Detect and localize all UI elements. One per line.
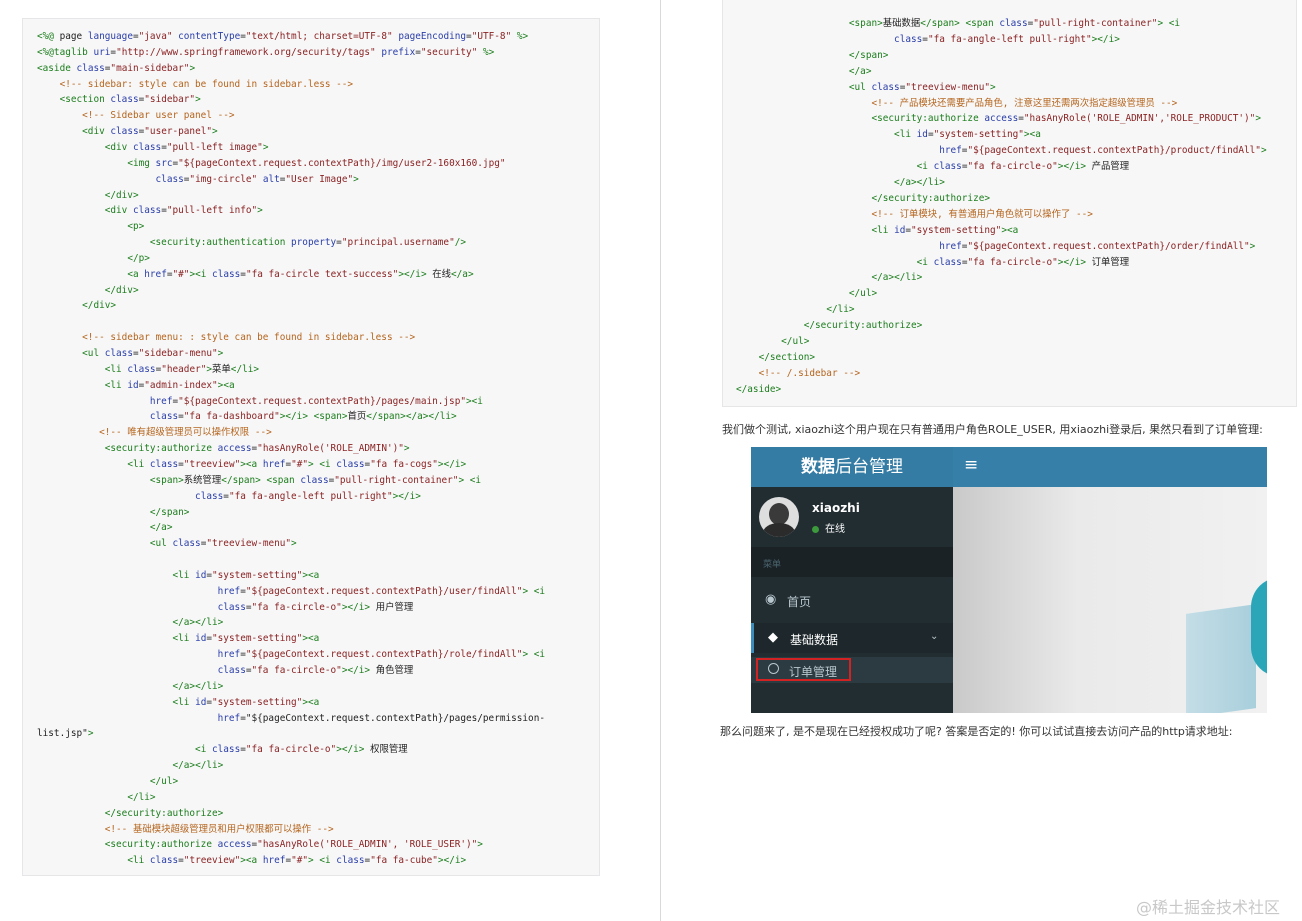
code-line: </span>	[149, 506, 190, 518]
code-line: href="${pageContext.request.contextPath}…	[939, 240, 1256, 252]
code-line: <i class="fa fa-circle-o"></i> 产品管理	[916, 161, 1130, 173]
code-line: </a>	[149, 522, 173, 534]
code-line: </a>	[848, 65, 872, 77]
code-line: <!-- sidebar: style can be found in side…	[37, 78, 354, 90]
decorative-shape	[1186, 604, 1256, 713]
code-line: </section>	[758, 351, 816, 363]
watermark: @稀土掘金技术社区	[1136, 898, 1281, 917]
code-line: class="fa fa-angle-left pull-right"></i>	[894, 33, 1120, 45]
code-line: href="${pageContext.request.contextPath}…	[217, 712, 545, 724]
code-line: class="fa fa-dashboard"></i> <span>首页</s…	[149, 411, 457, 423]
page-divider	[660, 0, 661, 921]
code-line: <aside class="main-sidebar">	[37, 62, 196, 74]
sidebar-item-base-data: ◆ 基础数据 ⌄	[751, 623, 953, 653]
code-line: </security:authorize>	[803, 320, 923, 332]
code-line: </li>	[127, 791, 156, 803]
chevron-down-icon: ⌄	[930, 631, 939, 642]
code-block-right: <span>基础数据</span> <span class="pull-righ…	[722, 0, 1297, 407]
embedded-admin-screenshot: 数据后台管理 ≡ xiaozhi 在线 菜单 ◉ 首页 ◆ 基础数据 ⌄ 订单管…	[751, 447, 1267, 713]
paragraph-question: 那么问题来了, 是不是现在已经授权成功了呢? 答案是否定的! 你可以试试直接去访…	[720, 725, 1233, 738]
code-line: <!-- 产品模块还需要产品角色, 注意这里还需两次指定超级管理员 -->	[736, 97, 1178, 109]
code-line: <li id="system-setting"><a	[172, 633, 320, 645]
code-line: <li id="system-setting"><a	[172, 569, 320, 581]
code-line: <li class="treeview"><a href="#"> <i cla…	[127, 855, 467, 867]
code-line: </ul>	[848, 288, 878, 300]
code-line: <security:authorize access="hasAnyRole('…	[104, 443, 410, 455]
code-line: class="fa fa-angle-left pull-right"></i>	[195, 490, 421, 502]
code-line: </div>	[104, 189, 139, 201]
code-line: <li id="system-setting"><a	[894, 129, 1041, 141]
paragraph-test-description: 我们做个测试, xiaozhi这个用户现在只有普通用户角色ROLE_USER, …	[722, 423, 1263, 436]
cube-icon: ◆	[768, 630, 778, 645]
code-line: </a></li>	[172, 680, 224, 692]
code-line: class="fa fa-circle-o"></i> 角色管理	[217, 665, 414, 676]
hamburger-icon: ≡	[964, 455, 979, 475]
code-line: <li id="system-setting"><a	[172, 696, 320, 708]
code-line: href="${pageContext.request.contextPath}…	[217, 649, 546, 661]
code-line: <!-- 订单模块, 有普通用户角色就可以操作了 -->	[736, 208, 1093, 220]
code-line: </aside>	[736, 383, 782, 395]
online-status: 在线	[812, 520, 845, 535]
code-line: <!-- Sidebar user panel -->	[37, 110, 235, 122]
code-line: href="${pageContext.request.contextPath}…	[217, 585, 546, 597]
code-line: <!-- 基础模块超级管理员和用户权限都可以操作 -->	[37, 823, 334, 835]
code-line: </a></li>	[871, 272, 923, 284]
code-line: <span>基础数据</span> <span class="pull-righ…	[848, 18, 1181, 29]
code-line: <ul class="treeview-menu">	[848, 81, 996, 93]
code-line: <%@ page language="java" contentType="te…	[37, 31, 529, 42]
code-line: <section class="sidebar">	[59, 94, 201, 106]
code-line: href="${pageContext.request.contextPath}…	[939, 145, 1267, 157]
code-line: <div class="pull-left image">	[104, 141, 269, 153]
code-line: </ul>	[781, 336, 810, 347]
dashboard-icon: ◉	[765, 592, 777, 607]
code-line: class="img-circle" alt="User Image">	[155, 173, 359, 185]
code-line: <img src="${pageContext.request.contextP…	[127, 157, 506, 169]
code-line: </a></li>	[894, 177, 945, 188]
code-line: list.jsp">	[37, 728, 94, 740]
code-line: </div>	[82, 300, 117, 312]
code-block-left: <%@ page language="java" contentType="te…	[22, 18, 600, 876]
code-line: <p>	[127, 221, 145, 233]
code-line: href="${pageContext.request.contextPath}…	[149, 395, 483, 407]
sidebar-item-home: ◉ 首页	[765, 592, 812, 609]
status-dot-icon	[812, 525, 819, 533]
code-line: <security:authorize access="hasAnyRole('…	[104, 839, 483, 851]
code-line: <ul class="sidebar-menu">	[82, 348, 224, 359]
username: xiaozhi	[812, 501, 860, 515]
code-line: <li id="system-setting"><a	[871, 224, 1019, 236]
code-line: <security:authentication property="princ…	[149, 237, 467, 249]
code-line: <a href="#"><i class="fa fa-circle text-…	[127, 268, 474, 280]
code-line: <!-- 唯有超级管理员可以操作权限 -->	[37, 427, 272, 439]
code-line: <!-- /.sidebar -->	[736, 367, 861, 379]
code-line: </span>	[848, 49, 889, 61]
code-line: <i class="fa fa-circle-o"></i> 订单管理	[916, 256, 1130, 268]
code-line: <li class="header">菜单</li>	[104, 363, 260, 375]
highlight-box	[756, 658, 851, 681]
code-line: <li class="treeview"><a href="#"> <i cla…	[127, 458, 467, 470]
code-line: <ul class="treeview-menu">	[149, 538, 297, 550]
code-line: <security:authorize access="hasAnyRole('…	[871, 113, 1261, 125]
embedded-logo: 数据后台管理	[751, 447, 953, 487]
code-line: <div class="user-panel">	[82, 126, 218, 138]
code-line: </security:authorize>	[871, 192, 991, 204]
menu-header-band	[751, 547, 953, 577]
code-line: <span>系统管理</span> <span class="pull-righ…	[149, 474, 482, 486]
code-line: class="fa fa-circle-o"></i> 用户管理	[217, 601, 414, 613]
code-line: <%@taglib uri="http://www.springframewor…	[37, 46, 495, 58]
avatar	[759, 497, 799, 537]
code-line: </div>	[104, 284, 139, 296]
code-line: <i class="fa fa-circle-o"></i> 权限管理	[195, 744, 408, 756]
code-line: <div class="pull-left info">	[104, 205, 263, 217]
code-line: </a></li>	[172, 617, 224, 629]
menu-header: 菜单	[763, 560, 782, 570]
code-line: <li id="admin-index"><a	[104, 379, 235, 391]
code-line: </a></li>	[172, 760, 224, 772]
code-line: </security:authorize>	[104, 807, 224, 819]
code-line: <!-- sidebar menu: : style can be found …	[37, 332, 416, 344]
code-line: </ul>	[149, 775, 179, 787]
code-line: </li>	[826, 304, 855, 316]
code-line: </p>	[127, 252, 150, 264]
